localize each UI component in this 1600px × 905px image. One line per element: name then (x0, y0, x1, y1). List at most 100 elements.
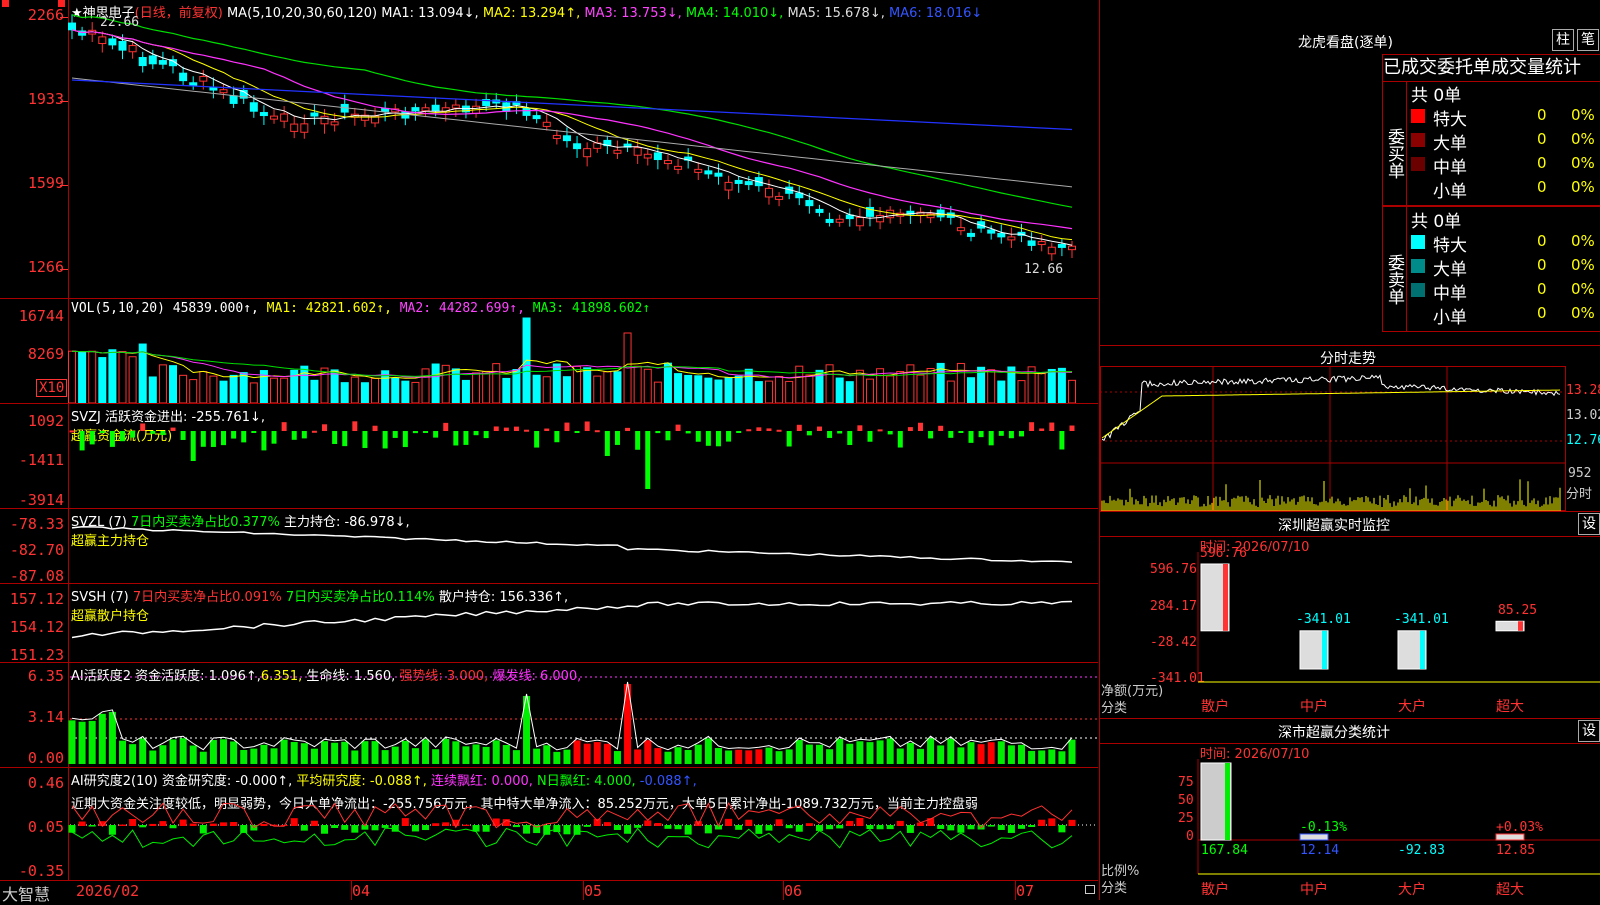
research-bar (442, 822, 450, 826)
svsh-pane[interactable]: 157.12 154.12 151.23 SVSH (7) 7日内买卖净占比0.… (0, 584, 1098, 664)
research-bar (422, 825, 430, 831)
longhu-subtitle: 已成交委托单成交量统计 (1382, 54, 1600, 82)
svzj-bar (392, 431, 398, 438)
ai-active-bar (442, 738, 450, 764)
candle-body (98, 36, 107, 45)
research-bar (967, 825, 975, 830)
candle-body (694, 168, 703, 173)
ai-research-chart (68, 802, 1098, 849)
svzl-pane[interactable]: -78.33 -82.70 -87.08 SVZL (7) 7日内买卖净占比0.… (0, 509, 1098, 585)
candle-body (714, 172, 723, 177)
candle-body (744, 181, 753, 186)
ai-active-bar (280, 739, 288, 764)
research-bar (321, 825, 329, 834)
candle-body (573, 143, 582, 150)
svzj-chart (69, 421, 1075, 489)
volume-pane[interactable]: 16744 8269 X10 VOL(5,10,20) 45839.000↑, … (0, 299, 1098, 404)
longhu-row: 中单 0 0% (1407, 153, 1600, 178)
pen-mode-button[interactable]: 笔 (1577, 29, 1599, 51)
research-bar (634, 825, 642, 828)
research-bar (1017, 825, 1025, 829)
ai-active-bar (1007, 745, 1015, 764)
volume-bar (118, 351, 127, 403)
ai-active-bar (1038, 750, 1046, 764)
volume-bar (158, 364, 167, 403)
svzj-bar (604, 431, 610, 456)
research-bar (149, 823, 157, 826)
sz-monitor-panel[interactable]: 深圳超赢实时监控 设 时间: 2026/07/10 596.76 284.17 … (1099, 512, 1600, 719)
sz-class-panel[interactable]: 深市超赢分类统计 设 时间: 2026/07/10 75 50 25 0 比例%… (1099, 719, 1600, 900)
ai-active-bar (755, 749, 763, 764)
ai-research-pane[interactable]: 0.46 0.05 -0.35 AI研究度2(10) 资金研究度: -0.000… (0, 768, 1098, 881)
candle-body (956, 227, 965, 232)
svzj-bar (311, 430, 317, 433)
research-bar (411, 825, 419, 832)
svzj-bar (1049, 422, 1055, 431)
svzj-pane[interactable]: 1092 -1411 -3914 SVZJ 活跃资金进出: -255.761↓,… (0, 404, 1098, 509)
volume-bar (371, 377, 380, 403)
research-bar (563, 825, 571, 835)
ai-active-pane[interactable]: 6.35 3.14 0.00 AI活跃度2 资金活跃度: 1.096↑,6.35… (0, 663, 1098, 768)
ai-active-bar (1048, 749, 1056, 764)
research-bar (755, 825, 763, 834)
research-bar (432, 823, 440, 826)
color-swatch (1411, 181, 1425, 195)
longhu-panel[interactable]: 龙虎看盘(逐单) 柱 笔 已成交委托单成交量统计 委买单 共 0单 特大 0 0% 大… (1099, 0, 1600, 346)
research-bar (957, 825, 965, 833)
volume-bar (795, 365, 804, 403)
pct-label: +0.03% (1496, 820, 1543, 835)
research-bar (462, 824, 470, 826)
research-bar (593, 818, 601, 826)
ai-active-bar (310, 748, 318, 764)
svsh-chart (71, 600, 1073, 639)
volume-bar (1057, 367, 1066, 403)
svzj-bar (473, 431, 479, 436)
volume-bar (401, 380, 410, 403)
volume-bar (734, 375, 743, 403)
svzj-bar (1008, 431, 1014, 439)
svzj-bar (352, 421, 358, 431)
research-bar (310, 820, 318, 826)
row-name: 大单 (1433, 260, 1467, 280)
svzj-bar (837, 431, 843, 434)
ai-active-bar (785, 749, 793, 764)
ai-active-bar (613, 751, 621, 764)
pct-label: -0.13% (1300, 820, 1347, 835)
research-bar (684, 825, 692, 835)
row-name: 小单 (1433, 182, 1467, 202)
lock-icon[interactable] (1085, 885, 1095, 894)
candle-body (1068, 245, 1076, 251)
svzj-bar (170, 427, 176, 431)
volume-bar (270, 377, 279, 403)
volume-bar (896, 370, 905, 403)
intraday-panel[interactable]: 分时走势 13.28 13.02 12.76 952 分时 (1099, 346, 1600, 512)
volume-bar (785, 380, 794, 403)
research-bar (896, 820, 904, 826)
row-pct: 0% (1571, 304, 1595, 322)
volume-bar (431, 363, 440, 403)
row-count: 0 (1537, 154, 1547, 172)
ai-active-bar (664, 751, 672, 764)
ai-active-bar (432, 749, 440, 764)
svzj-bar (503, 427, 509, 431)
price-pane[interactable]: 2266 1933 1599 1266 ★神思电子(日线，前复权) MA(5,1… (0, 0, 1098, 299)
candle-body (310, 112, 319, 117)
svzj-bar (847, 431, 853, 446)
volume-bar (1047, 368, 1056, 403)
ai-active-bar (411, 748, 419, 764)
volume-bar (179, 374, 188, 403)
svzj-bar (1018, 431, 1024, 437)
bar-mode-button[interactable]: 柱 (1552, 29, 1574, 51)
svzj-bar (89, 431, 95, 445)
ai-active-bar (654, 748, 662, 764)
volume-bar (148, 376, 157, 403)
svzj-bar (534, 431, 540, 448)
ai-active-bar (1068, 739, 1076, 764)
candle-body (855, 216, 864, 227)
ai-active-bar (159, 745, 167, 764)
ai-active-bar (856, 741, 864, 764)
volume-bar (108, 349, 117, 403)
candle-body (674, 165, 683, 170)
svzj-bar (261, 431, 267, 451)
research-bar (199, 825, 207, 834)
